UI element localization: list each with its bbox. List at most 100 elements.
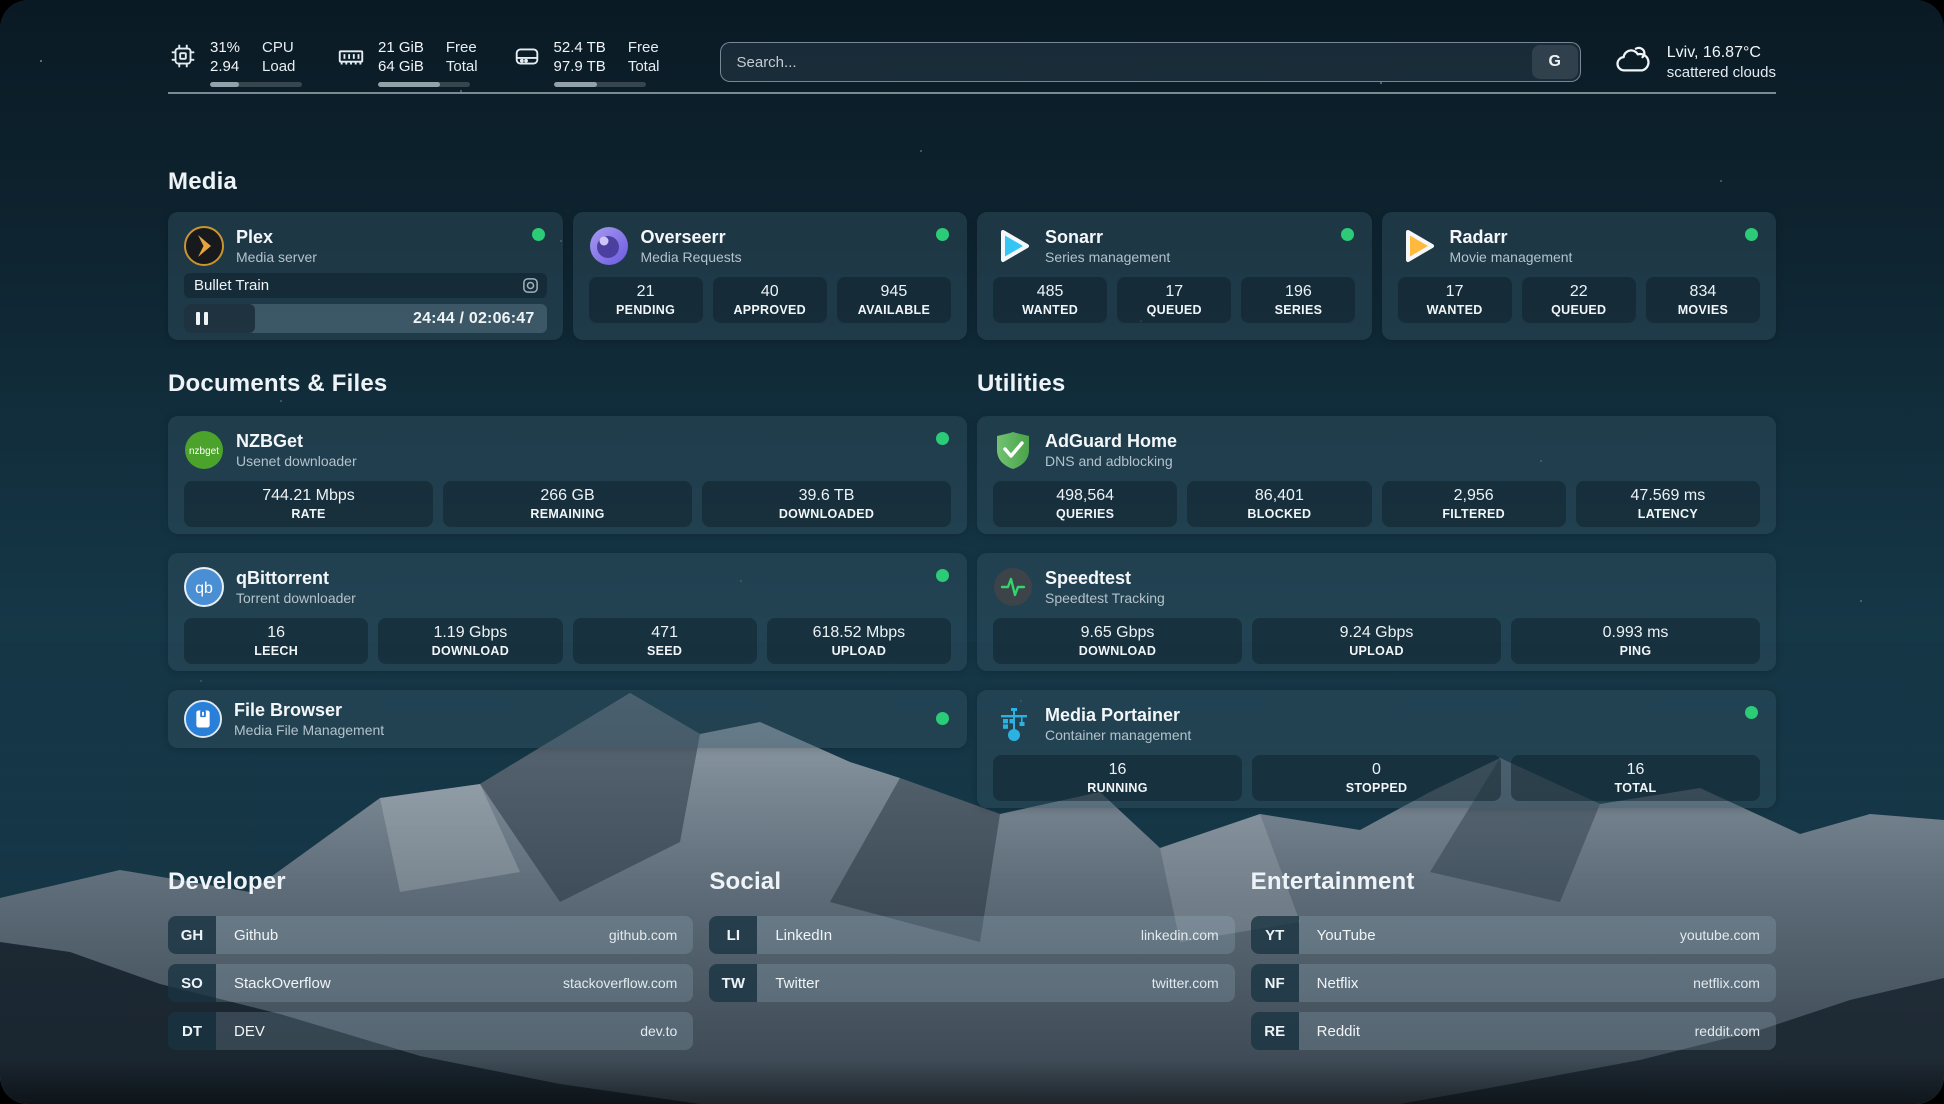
link-name: Github (234, 927, 609, 944)
nzbget-icon: nzbget (184, 430, 224, 470)
adguard-card[interactable]: AdGuard Home DNS and adblocking 498,564Q… (977, 416, 1776, 534)
social-heading: Social (709, 868, 1234, 896)
svg-text:qb: qb (195, 580, 213, 597)
memory-progress-bar (378, 82, 470, 87)
disk-total-value: 97.9 TB (554, 57, 606, 76)
speedtest-card[interactable]: Speedtest Speedtest Tracking 9.65 GbpsDO… (977, 553, 1776, 671)
media-heading: Media (168, 168, 1776, 196)
overseerr-status-dot (936, 228, 949, 241)
link-github[interactable]: GH Github github.com (168, 916, 693, 954)
qbittorrent-subtitle: Torrent downloader (236, 589, 356, 607)
memory-total-label: Total (446, 57, 478, 76)
link-name: DEV (234, 1023, 640, 1040)
search-input[interactable] (721, 43, 1580, 81)
weather-widget[interactable]: Lviv, 16.87°C scattered clouds (1615, 42, 1776, 83)
link-reddit[interactable]: RE Reddit reddit.com (1251, 1012, 1776, 1050)
link-name: LinkedIn (775, 927, 1141, 944)
portainer-icon (993, 704, 1033, 744)
disk-stat: 52.4 TB97.9 TB FreeTotal (512, 38, 660, 87)
now-playing-title: Bullet Train (194, 277, 522, 294)
plex-progress-bar[interactable]: 24:44 / 02:06:47 (184, 304, 547, 333)
stat-tile: 1.19 GbpsDOWNLOAD (378, 618, 562, 664)
stat-tile: 47.569 msLATENCY (1576, 481, 1760, 527)
filebrowser-card[interactable]: File Browser Media File Management (168, 690, 967, 748)
link-url: github.com (609, 927, 677, 943)
dev-badge: DT (168, 1012, 216, 1050)
qbittorrent-title: qBittorrent (236, 567, 356, 589)
nzbget-subtitle: Usenet downloader (236, 452, 357, 470)
top-bar: 31%2.94 CPULoad 21 GiB64 GiB FreeTotal (168, 0, 1776, 92)
documents-heading: Documents & Files (168, 370, 967, 398)
nzbget-title: NZBGet (236, 430, 357, 452)
stat-tile: 86,401BLOCKED (1187, 481, 1371, 527)
filebrowser-icon (184, 700, 222, 738)
disk-progress-bar (554, 82, 646, 87)
search-bar: G (720, 42, 1581, 82)
sonarr-subtitle: Series management (1045, 248, 1170, 266)
stat-tile: 9.24 GbpsUPLOAD (1252, 618, 1501, 664)
radarr-icon (1398, 226, 1438, 266)
cpu-load-value: 2.94 (210, 57, 240, 76)
link-youtube[interactable]: YT YouTube youtube.com (1251, 916, 1776, 954)
radarr-status-dot (1745, 228, 1758, 241)
search-engine-button[interactable]: G (1532, 45, 1578, 79)
radarr-card[interactable]: Radarr Movie management 17WANTED 22QUEUE… (1382, 212, 1777, 340)
plex-subtitle: Media server (236, 248, 317, 266)
nzbget-status-dot (936, 432, 949, 445)
stat-tile: 17QUEUED (1117, 277, 1231, 323)
link-netflix[interactable]: NF Netflix netflix.com (1251, 964, 1776, 1002)
sonarr-status-dot (1341, 228, 1354, 241)
memory-stat: 21 GiB64 GiB FreeTotal (336, 38, 478, 87)
sonarr-title: Sonarr (1045, 226, 1170, 248)
twitter-badge: TW (709, 964, 757, 1002)
reddit-badge: RE (1251, 1012, 1299, 1050)
stat-tile: 834MOVIES (1646, 277, 1760, 323)
cpu-stat: 31%2.94 CPULoad (168, 38, 302, 87)
stat-tile: 471SEED (573, 618, 757, 664)
link-name: Twitter (775, 975, 1151, 992)
speedtest-icon (993, 567, 1033, 607)
cpu-label: CPU (262, 38, 295, 57)
stat-tile: 22QUEUED (1522, 277, 1636, 323)
memory-icon (336, 41, 366, 76)
plex-title: Plex (236, 226, 317, 248)
adguard-icon (993, 430, 1033, 470)
link-stackoverflow[interactable]: SO StackOverflow stackoverflow.com (168, 964, 693, 1002)
header-divider (168, 92, 1776, 94)
link-url: stackoverflow.com (563, 975, 677, 991)
stat-tile: 16LEECH (184, 618, 368, 664)
stat-tile: 16RUNNING (993, 755, 1242, 801)
stat-tile: 485WANTED (993, 277, 1107, 323)
link-url: youtube.com (1680, 927, 1760, 943)
disk-free-value: 52.4 TB (554, 38, 606, 57)
stackoverflow-badge: SO (168, 964, 216, 1002)
portainer-status-dot (1745, 706, 1758, 719)
overseerr-card[interactable]: Overseerr Media Requests 21PENDING 40APP… (573, 212, 968, 340)
stat-tile: 266 GBREMAINING (443, 481, 692, 527)
portainer-subtitle: Container management (1045, 726, 1191, 744)
playback-time: 24:44 / 02:06:47 (413, 310, 535, 328)
session-camera-icon (522, 277, 539, 294)
cpu-usage-value: 31% (210, 38, 240, 57)
stat-tile: 196SERIES (1241, 277, 1355, 323)
link-dev[interactable]: DT DEV dev.to (168, 1012, 693, 1050)
qbittorrent-card[interactable]: qb qBittorrent Torrent downloader 16LEEC… (168, 553, 967, 671)
memory-free-label: Free (446, 38, 478, 57)
portainer-card[interactable]: Media Portainer Container management 16R… (977, 690, 1776, 808)
pause-icon (196, 312, 208, 325)
sonarr-card[interactable]: Sonarr Series management 485WANTED 17QUE… (977, 212, 1372, 340)
nzbget-card[interactable]: nzbget NZBGet Usenet downloader 744.21 M… (168, 416, 967, 534)
speedtest-subtitle: Speedtest Tracking (1045, 589, 1165, 607)
disk-icon (512, 41, 542, 76)
plex-card[interactable]: Plex Media server Bullet Train (168, 212, 563, 340)
link-twitter[interactable]: TW Twitter twitter.com (709, 964, 1234, 1002)
qbittorrent-status-dot (936, 569, 949, 582)
cpu-load-label: Load (262, 57, 295, 76)
qbittorrent-icon: qb (184, 567, 224, 607)
section-documents: Documents & Files nzbget NZBGet Usenet d… (168, 364, 967, 808)
plex-icon (184, 226, 224, 266)
radarr-subtitle: Movie management (1450, 248, 1573, 266)
memory-total-value: 64 GiB (378, 57, 424, 76)
link-linkedin[interactable]: LI LinkedIn linkedin.com (709, 916, 1234, 954)
developer-heading: Developer (168, 868, 693, 896)
